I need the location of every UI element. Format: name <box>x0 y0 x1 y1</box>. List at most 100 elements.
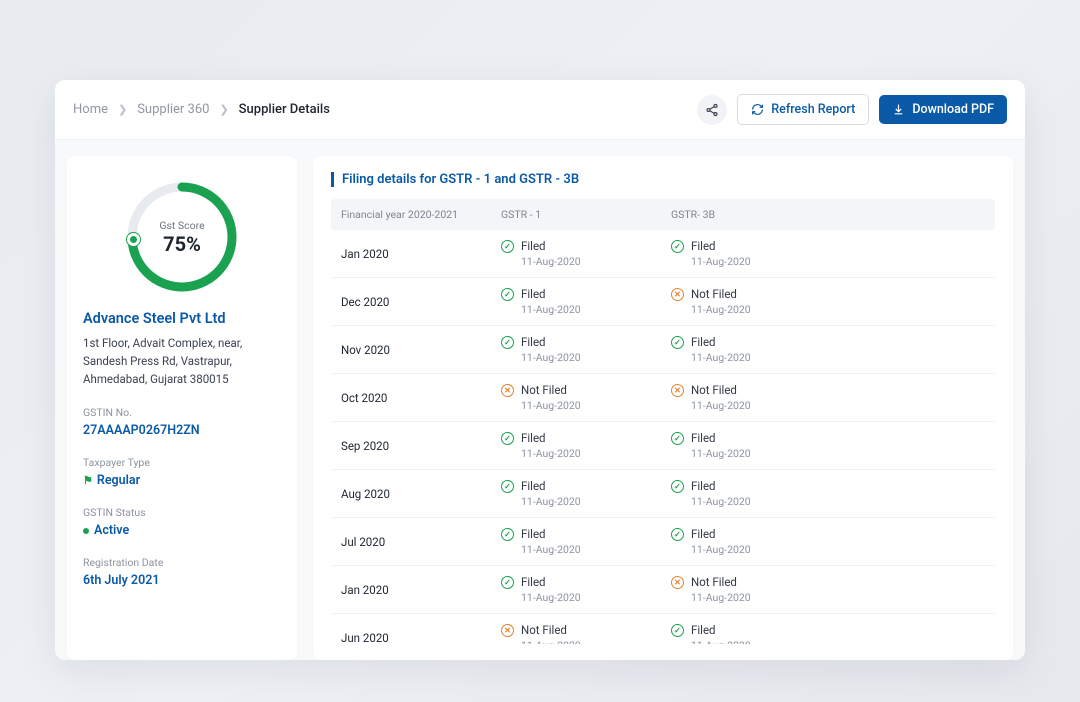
status-cell: ✕ Not Filed 11-Aug-2020 <box>501 623 671 644</box>
col-gstr3b: GSTR- 3B <box>671 208 985 221</box>
check-icon: ✓ <box>671 240 684 253</box>
topbar-actions: Refresh Report Download PDF <box>697 94 1007 125</box>
status-date: 11-Aug-2020 <box>521 591 671 604</box>
refresh-report-button[interactable]: Refresh Report <box>737 94 869 125</box>
filing-rows: Jan 2020 ✓ Filed 11-Aug-2020 ✓ Filed 11-… <box>331 230 995 644</box>
gstin-status-value: Active <box>83 523 281 538</box>
chevron-right-icon: ❯ <box>118 103 127 116</box>
status-label: Filed <box>691 623 716 637</box>
check-icon: ✓ <box>501 576 514 589</box>
status-cell: ✓ Filed 11-Aug-2020 <box>501 575 671 604</box>
status-date: 11-Aug-2020 <box>691 303 985 316</box>
month-cell: Jul 2020 <box>341 535 501 549</box>
status-date: 11-Aug-2020 <box>521 495 671 508</box>
breadcrumb-home[interactable]: Home <box>73 102 108 117</box>
status-date: 11-Aug-2020 <box>691 495 985 508</box>
score-center: Gst Score 75% <box>123 178 241 296</box>
check-icon: ✓ <box>671 432 684 445</box>
status-date: 11-Aug-2020 <box>521 303 671 316</box>
taxpayer-type-text: Regular <box>97 473 140 488</box>
check-icon: ✓ <box>501 240 514 253</box>
status-label: Not Filed <box>691 383 737 397</box>
status-cell: ✓ Filed 11-Aug-2020 <box>501 479 671 508</box>
status-label: Filed <box>521 335 546 349</box>
table-row: Aug 2020 ✓ Filed 11-Aug-2020 ✓ Filed 11-… <box>331 470 995 518</box>
status-date: 11-Aug-2020 <box>691 639 985 644</box>
status-cell: ✓ Filed 11-Aug-2020 <box>501 527 671 556</box>
month-cell: Jan 2020 <box>341 247 501 261</box>
month-cell: Jan 2020 <box>341 583 501 597</box>
status-cell: ✓ Filed 11-Aug-2020 <box>671 479 985 508</box>
status-label: Filed <box>521 431 546 445</box>
month-cell: Dec 2020 <box>341 295 501 309</box>
month-cell: Aug 2020 <box>341 487 501 501</box>
cross-icon: ✕ <box>671 288 684 301</box>
score-label: Gst Score <box>159 219 204 232</box>
status-date: 11-Aug-2020 <box>691 399 985 412</box>
status-label: Not Filed <box>691 287 737 301</box>
status-date: 11-Aug-2020 <box>691 255 985 268</box>
download-pdf-button[interactable]: Download PDF <box>879 95 1007 124</box>
status-cell: ✓ Filed 11-Aug-2020 <box>671 335 985 364</box>
breadcrumb-supplier360[interactable]: Supplier 360 <box>137 102 209 117</box>
status-cell: ✓ Filed 11-Aug-2020 <box>501 239 671 268</box>
check-icon: ✓ <box>501 432 514 445</box>
gstin-status-label: GSTIN Status <box>83 506 281 519</box>
regdate-value: 6th July 2021 <box>83 573 281 588</box>
status-label: Filed <box>521 239 546 253</box>
filing-panel: Filing details for GSTR - 1 and GSTR - 3… <box>313 156 1013 660</box>
filing-table-header: Financial year 2020-2021 GSTR - 1 GSTR- … <box>331 199 995 230</box>
taxpayer-type-label: Taxpayer Type <box>83 456 281 469</box>
status-date: 11-Aug-2020 <box>521 255 671 268</box>
table-row: Jan 2020 ✓ Filed 11-Aug-2020 ✓ Filed 11-… <box>331 230 995 278</box>
refresh-label: Refresh Report <box>771 102 855 117</box>
status-cell: ✓ Filed 11-Aug-2020 <box>501 287 671 316</box>
status-date: 11-Aug-2020 <box>691 447 985 460</box>
status-cell: ✕ Not Filed 11-Aug-2020 <box>671 575 985 604</box>
status-cell: ✕ Not Filed 11-Aug-2020 <box>501 383 671 412</box>
status-cell: ✓ Filed 11-Aug-2020 <box>501 335 671 364</box>
check-icon: ✓ <box>671 528 684 541</box>
share-button[interactable] <box>697 95 727 125</box>
gstin-label: GSTIN No. <box>83 406 281 419</box>
status-label: Filed <box>691 527 716 541</box>
status-label: Filed <box>691 479 716 493</box>
table-row: Jan 2020 ✓ Filed 11-Aug-2020 ✕ Not Filed… <box>331 566 995 614</box>
topbar: Home ❯ Supplier 360 ❯ Supplier Details R… <box>55 80 1025 140</box>
status-date: 11-Aug-2020 <box>521 351 671 364</box>
refresh-icon <box>751 103 764 116</box>
cross-icon: ✕ <box>501 384 514 397</box>
status-label: Not Filed <box>521 623 567 637</box>
table-row: Jul 2020 ✓ Filed 11-Aug-2020 ✓ Filed 11-… <box>331 518 995 566</box>
share-icon <box>705 103 719 117</box>
status-label: Filed <box>691 239 716 253</box>
status-cell: ✓ Filed 11-Aug-2020 <box>671 527 985 556</box>
table-row: Dec 2020 ✓ Filed 11-Aug-2020 ✕ Not Filed… <box>331 278 995 326</box>
status-date: 11-Aug-2020 <box>521 399 671 412</box>
cross-icon: ✕ <box>671 384 684 397</box>
main-card: Home ❯ Supplier 360 ❯ Supplier Details R… <box>55 80 1025 660</box>
cross-icon: ✕ <box>671 576 684 589</box>
score-value: 75% <box>163 232 201 256</box>
status-label: Filed <box>691 335 716 349</box>
cross-icon: ✕ <box>501 624 514 637</box>
content-body: Gst Score 75% Advance Steel Pvt Ltd 1st … <box>55 140 1025 660</box>
breadcrumb-current: Supplier Details <box>239 102 330 117</box>
status-label: Not Filed <box>521 383 567 397</box>
status-cell: ✓ Filed 11-Aug-2020 <box>501 431 671 460</box>
supplier-address: 1st Floor, Advait Complex, near, Sandesh… <box>83 335 281 388</box>
check-icon: ✓ <box>671 336 684 349</box>
table-row: Sep 2020 ✓ Filed 11-Aug-2020 ✓ Filed 11-… <box>331 422 995 470</box>
status-label: Not Filed <box>691 575 737 589</box>
month-cell: Jun 2020 <box>341 631 501 645</box>
table-row: Nov 2020 ✓ Filed 11-Aug-2020 ✓ Filed 11-… <box>331 326 995 374</box>
status-date: 11-Aug-2020 <box>691 543 985 556</box>
status-date: 11-Aug-2020 <box>521 543 671 556</box>
status-date: 11-Aug-2020 <box>521 447 671 460</box>
check-icon: ✓ <box>671 624 684 637</box>
regdate-label: Registration Date <box>83 556 281 569</box>
status-date: 11-Aug-2020 <box>691 591 985 604</box>
status-label: Filed <box>521 575 546 589</box>
supplier-name: Advance Steel Pvt Ltd <box>83 310 281 327</box>
status-label: Filed <box>691 431 716 445</box>
